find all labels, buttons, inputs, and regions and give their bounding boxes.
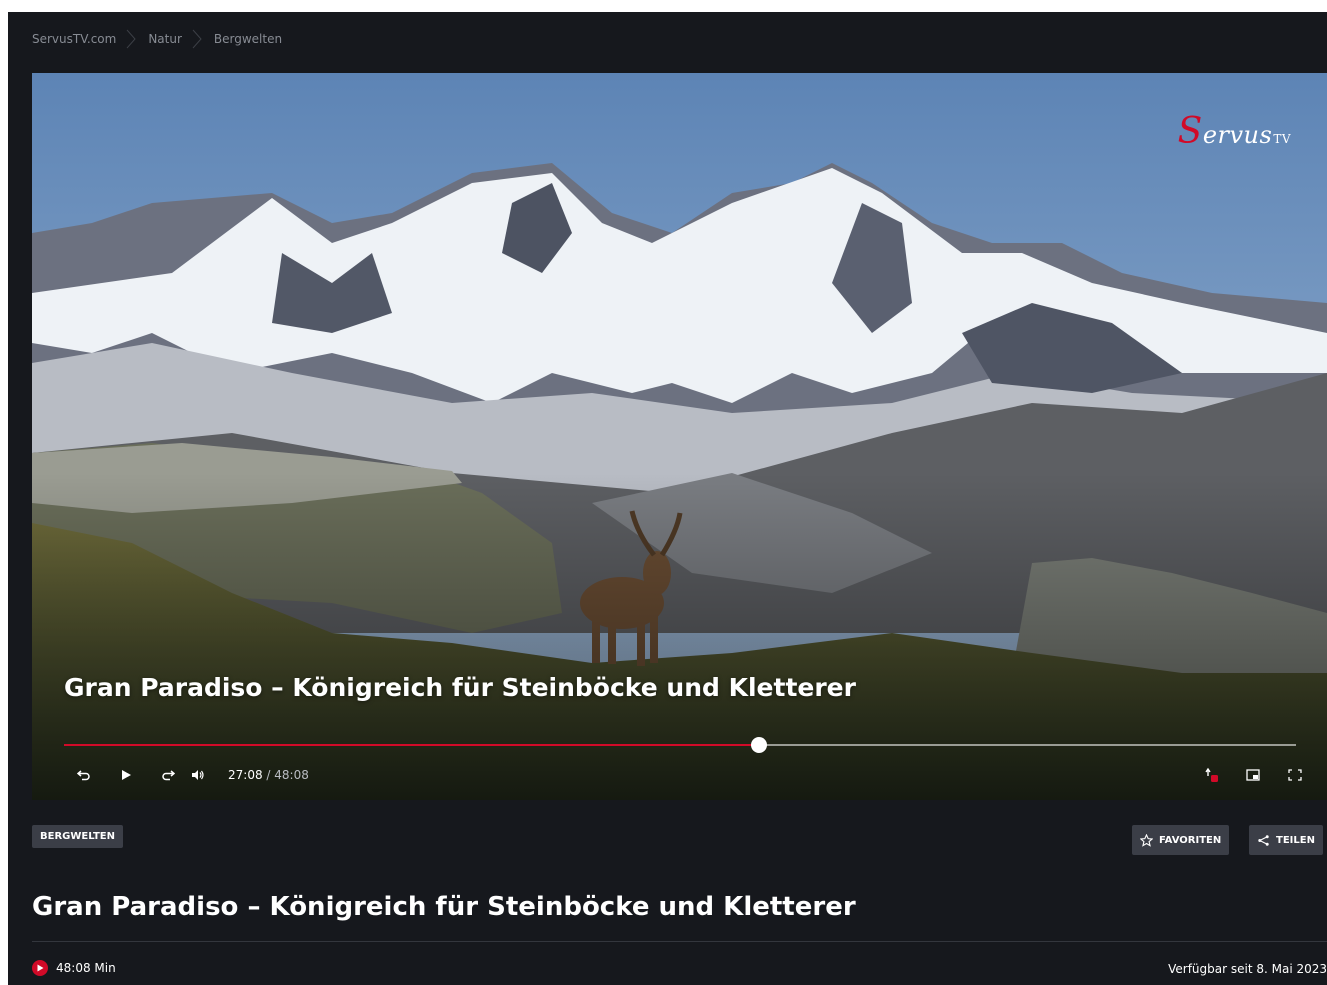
video-overlay-title: Gran Paradiso – Königreich für Steinböck… bbox=[64, 673, 856, 702]
breadcrumb-bergwelten[interactable]: Bergwelten bbox=[214, 32, 282, 46]
star-icon bbox=[1140, 833, 1153, 847]
breadcrumb-natur[interactable]: Natur bbox=[148, 32, 182, 46]
duration-label: 48:08 Min bbox=[56, 961, 116, 975]
share-button[interactable]: TEILEN bbox=[1249, 825, 1323, 855]
total-duration: 48:08 bbox=[274, 768, 309, 782]
progress-bar[interactable] bbox=[64, 737, 1296, 753]
progress-fill bbox=[64, 744, 759, 746]
favorites-button[interactable]: FAVORITEN bbox=[1132, 825, 1230, 855]
current-time: 27:08 bbox=[228, 768, 263, 782]
duration-info: 48:08 Min bbox=[32, 960, 116, 976]
divider bbox=[32, 941, 1327, 942]
fullscreen-icon bbox=[1288, 769, 1302, 781]
timecode: 27:08 / 48:08 bbox=[228, 768, 309, 782]
share-icon bbox=[1258, 834, 1269, 846]
video-player[interactable]: ServusTV Gran Paradiso – Königreich für … bbox=[32, 73, 1327, 800]
breadcrumb-separator-icon bbox=[192, 29, 202, 49]
breadcrumb-home[interactable]: ServusTV.com bbox=[32, 32, 116, 46]
play-circle-icon bbox=[32, 960, 48, 976]
volume-icon bbox=[192, 770, 204, 780]
category-tag[interactable]: BERGWELTEN bbox=[32, 825, 123, 848]
app-window: ServusTV.com Natur Bergwelten ServusTV G… bbox=[8, 12, 1327, 985]
subtitles-icon bbox=[1205, 767, 1218, 782]
fullscreen-button[interactable] bbox=[1283, 763, 1307, 787]
volume-button[interactable] bbox=[186, 763, 210, 787]
picture-in-picture-icon bbox=[1246, 769, 1260, 781]
share-label: TEILEN bbox=[1276, 834, 1315, 846]
subtitles-button[interactable] bbox=[1199, 763, 1223, 787]
rewind-icon bbox=[77, 770, 90, 781]
progress-handle[interactable] bbox=[750, 737, 767, 753]
availability-date: Verfügbar seit 8. Mai 2023 bbox=[1168, 962, 1327, 976]
play-button[interactable] bbox=[114, 763, 138, 787]
player-controls: 27:08 / 48:08 bbox=[72, 763, 1307, 787]
breadcrumb-separator-icon bbox=[126, 29, 136, 49]
servustv-logo: ServusTV bbox=[1177, 111, 1291, 152]
rewind-button[interactable] bbox=[72, 763, 96, 787]
breadcrumb: ServusTV.com Natur Bergwelten bbox=[32, 29, 282, 49]
forward-icon bbox=[162, 770, 175, 781]
forward-button[interactable] bbox=[156, 763, 180, 787]
favorites-label: FAVORITEN bbox=[1159, 834, 1222, 846]
page-title: Gran Paradiso – Königreich für Steinböck… bbox=[32, 892, 856, 922]
play-icon bbox=[122, 770, 131, 780]
picture-in-picture-button[interactable] bbox=[1241, 763, 1265, 787]
